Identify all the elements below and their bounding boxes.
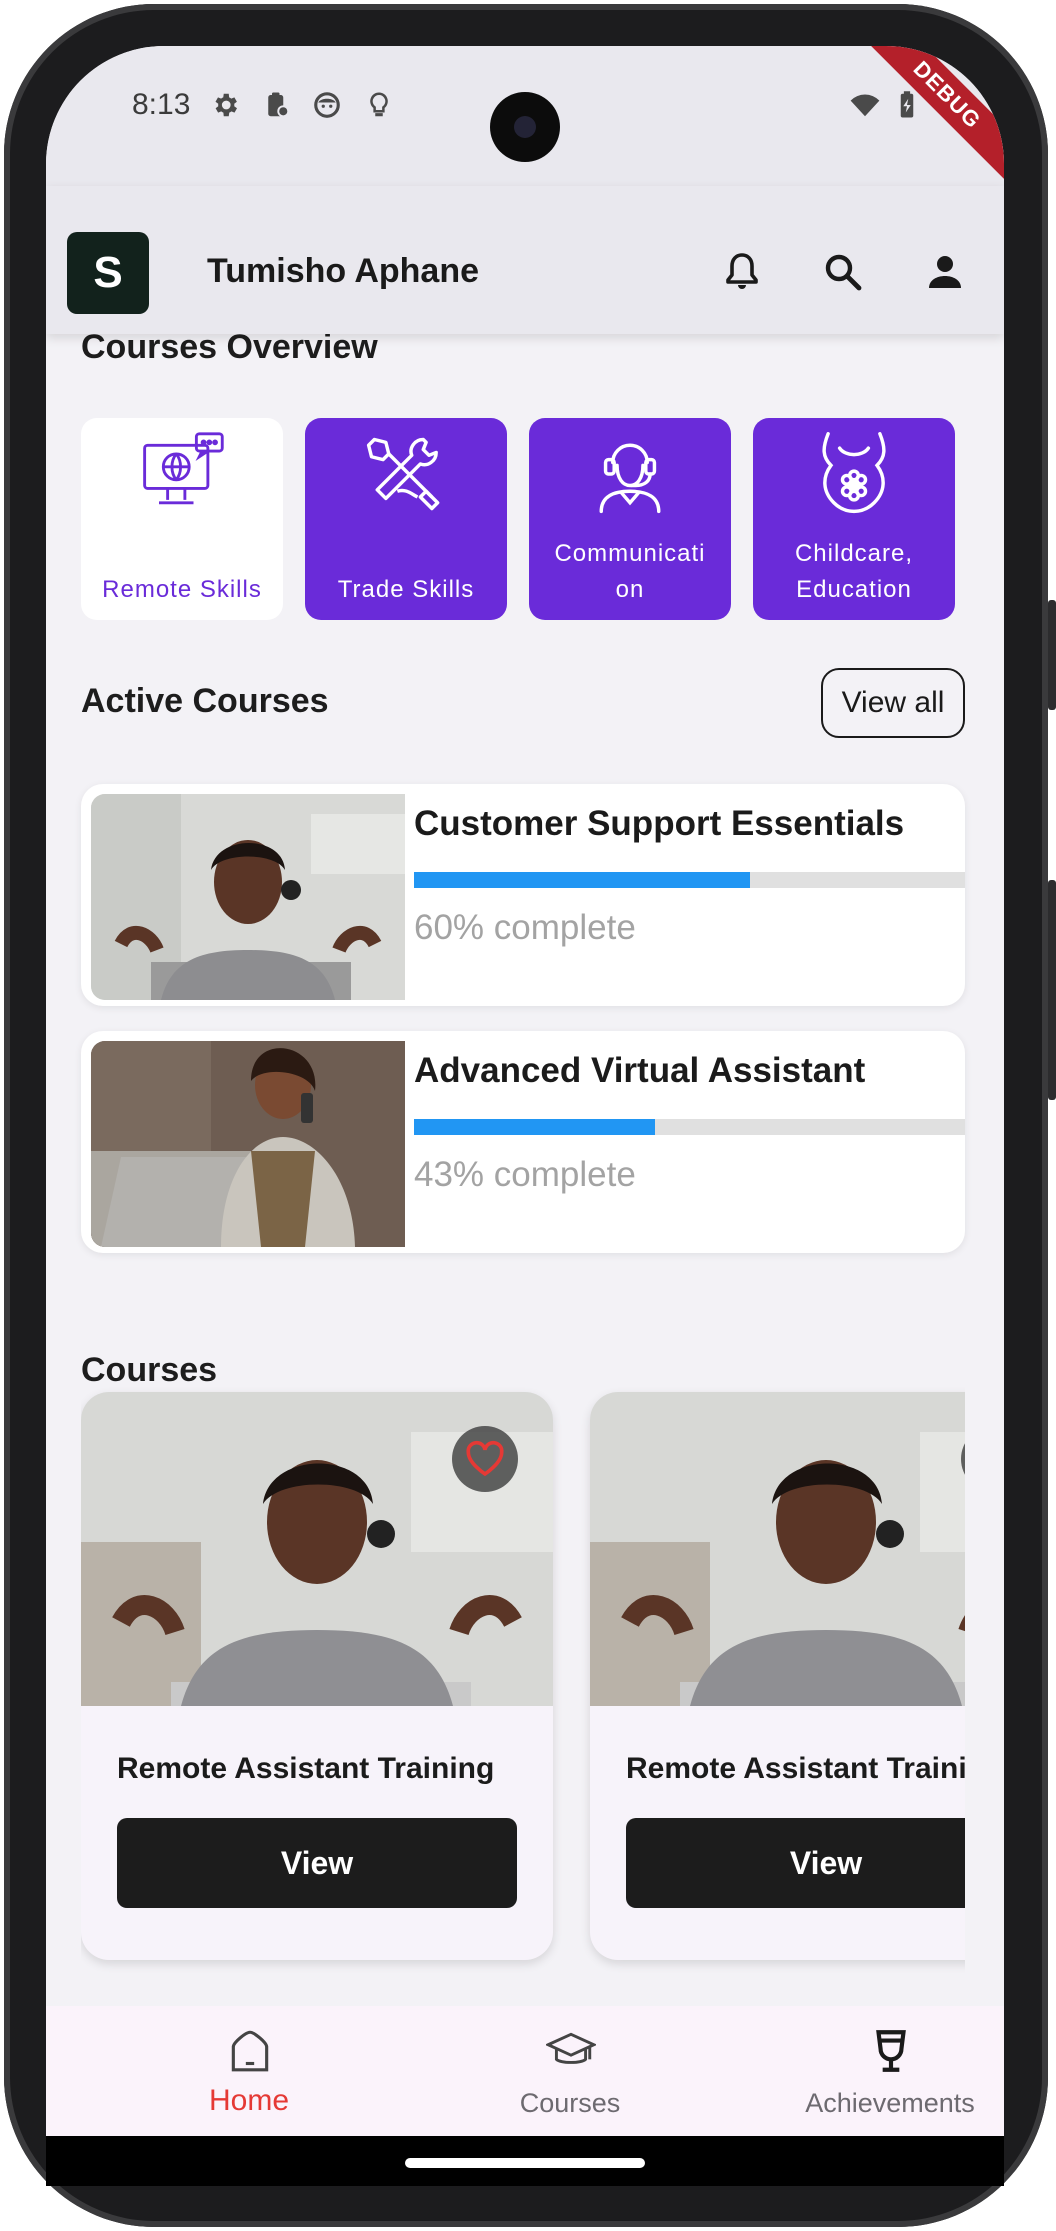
tools-icon (366, 437, 440, 511)
app-logo[interactable]: S (67, 232, 149, 314)
front-camera (490, 92, 560, 162)
course-card[interactable]: Remote Assistant Training View (590, 1392, 965, 1960)
course-thumbnail (91, 794, 405, 1000)
battery-icon (900, 91, 914, 118)
nav-home-label: Home (208, 2084, 290, 2117)
courses-carousel[interactable]: Remote Assistant Training View Remote As… (81, 1366, 965, 2026)
nav-achievements[interactable]: Achievements (760, 2006, 1004, 2136)
favorite-button[interactable] (452, 1426, 518, 1492)
category-tile-communication[interactable]: Communicati on (529, 418, 731, 620)
lightbulb-icon (370, 92, 388, 117)
course-view-button[interactable]: View (626, 1818, 965, 1908)
status-time: 8:13 (132, 88, 191, 121)
category-label: Trade Skills (337, 576, 475, 603)
headset-agent-icon (599, 443, 661, 514)
progress-fill (414, 1119, 655, 1135)
user-name: Tumisho Aphane (207, 252, 479, 290)
nav-courses[interactable]: Courses (440, 2006, 700, 2136)
progress-label: 60% complete (414, 908, 636, 947)
nav-achievements-label: Achievements (805, 2088, 975, 2118)
bottom-navigation: Home Courses Achievements (46, 2006, 1004, 2136)
nav-home[interactable]: Home (119, 2006, 379, 2136)
notifications-bell-icon[interactable] (718, 248, 766, 296)
category-label: Communicati on (554, 540, 706, 603)
power-button (1048, 880, 1056, 1100)
search-icon[interactable] (819, 248, 867, 296)
progress-fill (414, 872, 750, 888)
course-image (590, 1392, 965, 1706)
graduation-cap-icon (546, 2032, 596, 2064)
wifi-icon (850, 94, 880, 117)
active-course-card[interactable]: Advanced Virtual Assistant 43% complete (81, 1031, 965, 1253)
trophy-icon (876, 2030, 906, 2072)
app-screen: 8:13 DEBUG S Tumisho Aphane Courses Over… (46, 46, 1004, 2136)
course-card-title: Remote Assistant Training (117, 1752, 495, 1785)
category-label: Remote Skills (102, 576, 262, 603)
active-course-card[interactable]: Customer Support Essentials 60% complete (81, 784, 965, 1006)
category-tile-childcare-education[interactable]: Childcare, Education (753, 418, 955, 620)
status-bar: 8:13 DEBUG (46, 46, 1004, 190)
category-label: Childcare, Education (794, 540, 914, 603)
active-course-title: Customer Support Essentials (414, 804, 905, 843)
progress-bar (414, 1119, 965, 1135)
course-view-button[interactable]: View (117, 1818, 517, 1908)
home-icon (231, 2030, 269, 2072)
view-all-button[interactable]: View all (821, 668, 965, 738)
settings-icon (215, 93, 237, 117)
nav-courses-label: Courses (519, 2088, 621, 2118)
category-tile-trade-skills[interactable]: Trade Skills (305, 418, 507, 620)
course-thumbnail (91, 1041, 405, 1247)
volume-button (1048, 600, 1056, 710)
course-card-title: Remote Assistant Training (626, 1752, 965, 1785)
profile-icon[interactable] (921, 248, 969, 296)
category-tile-remote-skills[interactable]: Remote Skills (81, 418, 283, 620)
heart-icon (466, 1440, 504, 1477)
face-icon (314, 92, 340, 118)
course-card[interactable]: Remote Assistant Training View (81, 1392, 553, 1960)
app-bar: S Tumisho Aphane (46, 186, 1004, 334)
active-course-title: Advanced Virtual Assistant (414, 1051, 866, 1090)
clipboard-icon (268, 92, 290, 118)
baby-bib-icon (822, 432, 886, 514)
progress-label: 43% complete (414, 1155, 636, 1194)
active-courses-title: Active Courses (81, 682, 329, 720)
progress-bar (414, 872, 965, 888)
remote-computer-icon (143, 432, 224, 505)
home-indicator[interactable] (405, 2158, 645, 2168)
